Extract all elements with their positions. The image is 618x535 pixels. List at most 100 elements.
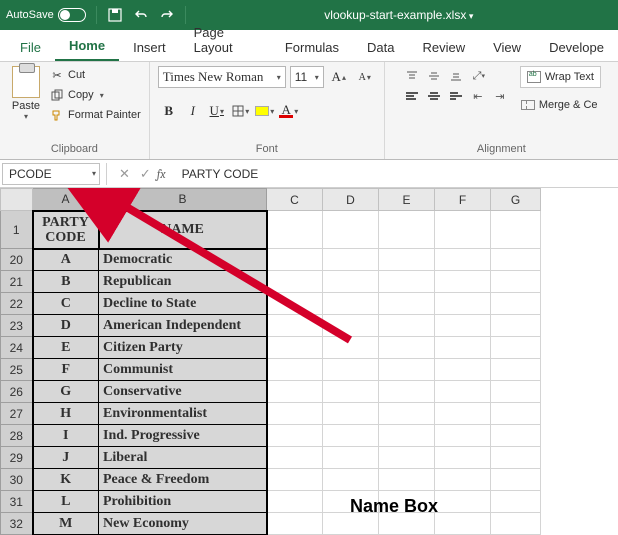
cell[interactable] (323, 381, 379, 403)
cell[interactable] (323, 403, 379, 425)
cell[interactable] (435, 249, 491, 271)
cell[interactable] (435, 491, 491, 513)
row-header[interactable]: 26 (1, 381, 33, 403)
cell-code[interactable]: I (33, 425, 99, 447)
cell[interactable] (379, 249, 435, 271)
cell[interactable] (323, 249, 379, 271)
cell-code[interactable]: G (33, 381, 99, 403)
undo-icon[interactable] (133, 7, 149, 23)
cell-name[interactable]: Conservative (99, 381, 267, 403)
cell[interactable] (435, 403, 491, 425)
cell[interactable] (435, 337, 491, 359)
tab-insert[interactable]: Insert (119, 34, 180, 61)
row-header[interactable]: 25 (1, 359, 33, 381)
tab-home[interactable]: Home (55, 32, 119, 61)
tab-review[interactable]: Review (408, 34, 479, 61)
align-right-button[interactable] (446, 86, 466, 106)
cell[interactable] (491, 211, 541, 249)
cell-name[interactable]: Decline to State (99, 293, 267, 315)
formula-input[interactable]: PARTY CODE (176, 167, 618, 181)
row-header[interactable]: 31 (1, 491, 33, 513)
cell-name[interactable]: Citizen Party (99, 337, 267, 359)
col-header-b[interactable]: B (99, 189, 267, 211)
cell[interactable] (491, 491, 541, 513)
cell-b1[interactable]: NAME (99, 211, 267, 249)
align-center-button[interactable] (424, 86, 444, 106)
cell[interactable] (267, 271, 323, 293)
cell[interactable] (267, 425, 323, 447)
select-all-corner[interactable] (1, 189, 33, 211)
cell[interactable] (267, 249, 323, 271)
cell[interactable] (491, 271, 541, 293)
cell-name[interactable]: Prohibition (99, 491, 267, 513)
cell[interactable] (435, 381, 491, 403)
cell[interactable] (491, 469, 541, 491)
row-header[interactable]: 29 (1, 447, 33, 469)
cell[interactable] (379, 403, 435, 425)
cell-name[interactable]: Democratic (99, 249, 267, 271)
tab-developer[interactable]: Develope (535, 34, 618, 61)
align-left-button[interactable] (402, 86, 422, 106)
increase-font-button[interactable]: A▴ (328, 66, 350, 88)
cell[interactable] (435, 315, 491, 337)
name-box[interactable]: PCODE ▾ (2, 163, 100, 185)
cut-button[interactable]: ✂ Cut (50, 66, 141, 84)
cell[interactable] (267, 491, 323, 513)
cell[interactable] (267, 403, 323, 425)
italic-button[interactable]: I (182, 100, 204, 122)
border-button[interactable]: ▾ (230, 100, 252, 122)
font-name-combo[interactable]: Times New Roman ▾ (158, 66, 286, 88)
cell[interactable] (379, 315, 435, 337)
cell[interactable] (491, 425, 541, 447)
row-header[interactable]: 28 (1, 425, 33, 447)
cell[interactable] (323, 211, 379, 249)
cell[interactable] (379, 271, 435, 293)
cell[interactable] (323, 293, 379, 315)
cell[interactable] (379, 425, 435, 447)
redo-icon[interactable] (159, 7, 175, 23)
cell-code[interactable]: B (33, 271, 99, 293)
cell[interactable] (379, 469, 435, 491)
decrease-indent-button[interactable]: ⇤ (468, 86, 488, 106)
cell[interactable] (435, 425, 491, 447)
cell-code[interactable]: F (33, 359, 99, 381)
fx-icon[interactable]: fx (157, 167, 166, 181)
cell-code[interactable]: J (33, 447, 99, 469)
cell[interactable] (267, 293, 323, 315)
cell[interactable] (379, 337, 435, 359)
cell[interactable] (267, 359, 323, 381)
paste-button[interactable]: Paste ▾ (8, 66, 44, 121)
tab-file[interactable]: File (6, 34, 55, 61)
cell[interactable] (491, 293, 541, 315)
wrap-text-button[interactable]: Wrap Text (520, 66, 601, 88)
cell-name[interactable]: Communist (99, 359, 267, 381)
cell[interactable] (267, 381, 323, 403)
cell-code[interactable]: H (33, 403, 99, 425)
cell-code[interactable]: E (33, 337, 99, 359)
cell[interactable] (267, 211, 323, 249)
decrease-font-button[interactable]: A▾ (354, 66, 376, 88)
cell-name[interactable]: Liberal (99, 447, 267, 469)
underline-button[interactable]: U▾ (206, 100, 228, 122)
col-header-g[interactable]: G (491, 189, 541, 211)
autosave-toggle[interactable]: AutoSave (6, 8, 86, 22)
cancel-icon[interactable]: ✕ (119, 166, 130, 182)
row-header[interactable]: 23 (1, 315, 33, 337)
row-header[interactable]: 20 (1, 249, 33, 271)
enter-icon[interactable]: ✓ (140, 166, 151, 182)
cell[interactable] (267, 337, 323, 359)
cell[interactable] (267, 447, 323, 469)
save-icon[interactable] (107, 7, 123, 23)
cell[interactable] (435, 469, 491, 491)
cell[interactable] (323, 337, 379, 359)
orientation-button[interactable]: ⤢▾ (468, 66, 490, 86)
font-color-button[interactable]: A▾ (278, 100, 300, 122)
tab-page-layout[interactable]: Page Layout (180, 19, 271, 61)
cell[interactable] (323, 359, 379, 381)
col-header-d[interactable]: D (323, 189, 379, 211)
cell[interactable] (323, 425, 379, 447)
cell-name[interactable]: Ind. Progressive (99, 425, 267, 447)
row-header[interactable]: 27 (1, 403, 33, 425)
cell-code[interactable]: D (33, 315, 99, 337)
cell[interactable] (491, 381, 541, 403)
